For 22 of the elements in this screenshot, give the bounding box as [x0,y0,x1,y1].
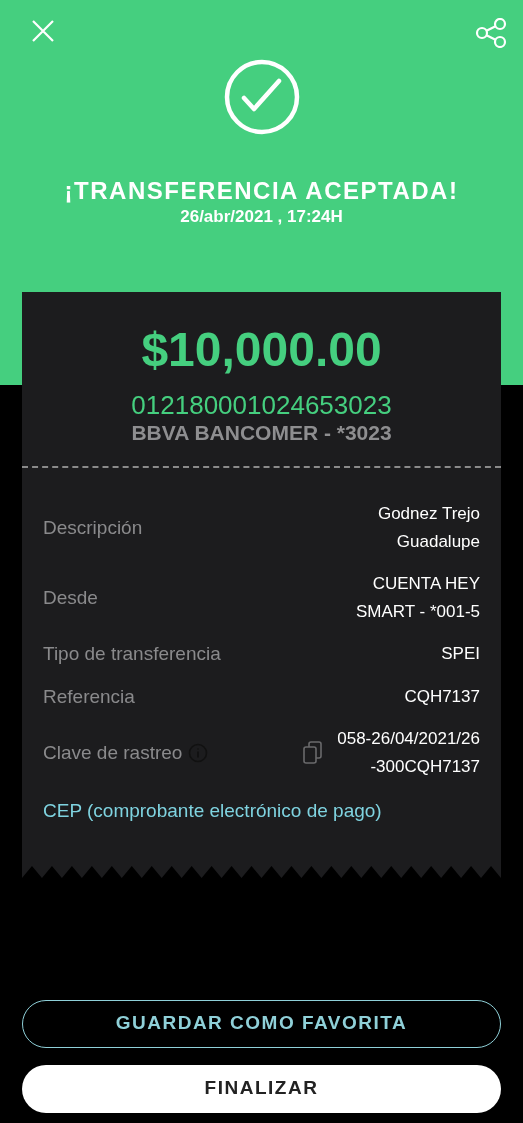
close-icon[interactable] [32,20,54,42]
transfer-amount: $10,000.00 [140,322,383,378]
share-icon[interactable] [475,18,507,48]
cep-link[interactable]: CEP (comprobante electrónico de pago) [43,797,480,826]
detail-label: Desde [43,585,98,610]
detail-value: SPEI [441,643,480,666]
save-favorite-button[interactable]: GUARDAR COMO FAVORITA [22,999,501,1048]
detail-value: CQH7137 [404,685,480,708]
detail-value: Godnez Trejo Guadalupe [377,503,480,553]
bank-name: BBVA BANCOMER - *3023 [130,420,393,446]
detail-label: Descripción [43,515,143,540]
finish-button[interactable]: FINALIZAR [22,1064,501,1113]
success-title: ¡TRANSFERENCIA ACEPTADA! [63,176,460,206]
account-number: 012180001024653023 [130,390,393,420]
detail-value: CUENTA HEY SMART - *001-5 [355,573,480,623]
detail-label: Tipo de transferencia [43,642,221,666]
detail-value: 058-26/04/2021/26 -300CQH7137 [337,728,480,778]
detail-label: Clave de rastreo [43,740,183,765]
copy-icon[interactable] [303,741,324,765]
detail-label: Referencia [43,684,135,709]
transfer-datetime: 26/abr/2021 , 17:24H [179,206,344,228]
check-circle-icon [223,59,300,135]
